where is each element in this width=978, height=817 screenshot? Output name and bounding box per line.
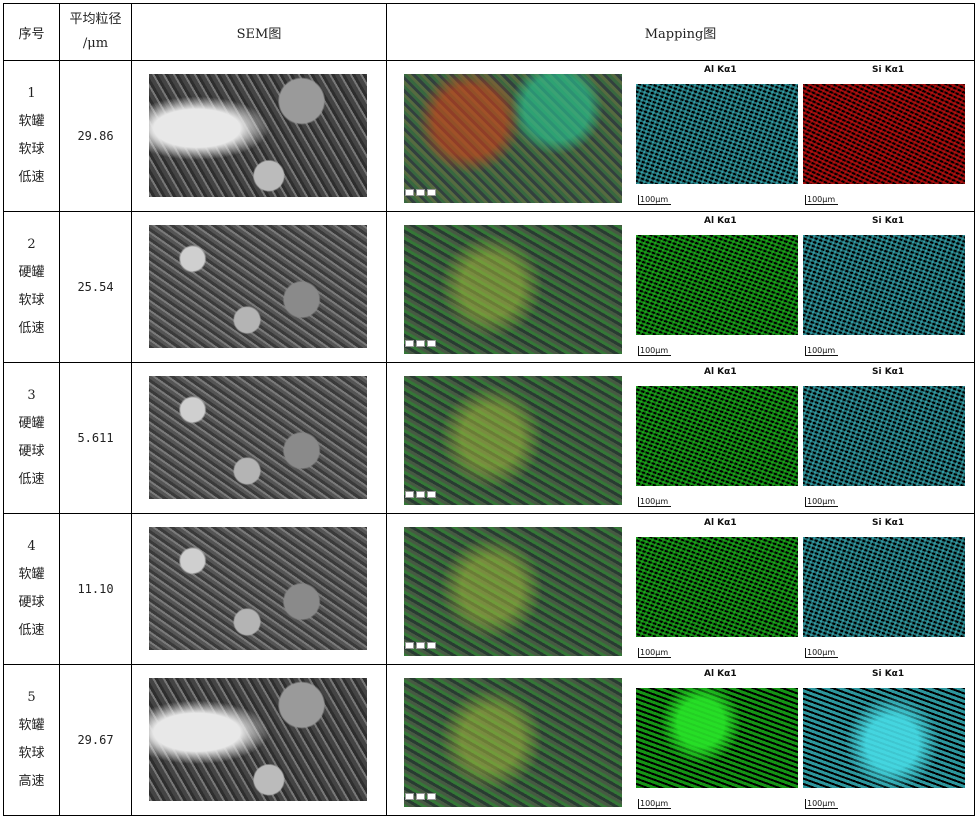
row-speed: 低速 — [18, 321, 45, 336]
al-map-image — [636, 688, 798, 788]
al-map-image — [636, 84, 798, 184]
row-seq-cell: 4 软罐 硬球 低速 — [3, 513, 60, 665]
row-ball: 软球 — [18, 746, 45, 761]
row-size: 5.611 — [59, 362, 132, 514]
header-sem: SEM图 — [131, 3, 387, 61]
row-num: 2 — [27, 237, 36, 252]
mapping-cell: Al Kα1 100μm Si Kα1 100μm — [386, 362, 975, 514]
row-num: 4 — [27, 539, 36, 554]
al-scale-bar: 100μm — [638, 346, 672, 356]
row-seq-cell: 1 软罐 软球 低速 — [3, 60, 60, 212]
si-map-image — [803, 688, 965, 788]
sem-cell — [131, 513, 387, 665]
sem-image — [149, 671, 367, 807]
row-seq-cell: 5 软罐 软球 高速 — [3, 664, 60, 816]
al-map-label: Al Kα1 — [704, 65, 737, 75]
si-map-label: Si Kα1 — [872, 216, 905, 226]
mapping-cell: Al Kα1 100μm Si Kα1 100μm — [386, 664, 975, 816]
row-jar: 软罐 — [18, 567, 45, 582]
eds-layered-image — [404, 520, 622, 656]
row-speed: 低速 — [18, 623, 45, 638]
al-map-label: Al Kα1 — [704, 518, 737, 528]
row-speed: 低速 — [18, 472, 45, 487]
header-size: 平均粒径 /μm — [59, 3, 132, 61]
sem-cell — [131, 60, 387, 212]
si-map-label: Si Kα1 — [872, 518, 905, 528]
mapping-cell: Al Kα1 100μm Si Kα1 100μm — [386, 513, 975, 665]
row-jar: 硬罐 — [18, 265, 45, 280]
row-seq-cell: 3 硬罐 硬球 低速 — [3, 362, 60, 514]
sem-image — [149, 520, 367, 656]
table-row: 1 软罐 软球 低速 29.86 Al Kα1 100μm Si Kα1 100… — [3, 60, 975, 212]
table-row: 3 硬罐 硬球 低速 5.611 Al Kα1 100μm Si Kα1 100… — [3, 362, 975, 514]
row-ball: 硬球 — [18, 444, 45, 459]
al-map-label: Al Kα1 — [704, 367, 737, 377]
mapping-cell: Al Kα1 100μm Si Kα1 100μm — [386, 211, 975, 363]
al-map-image — [636, 235, 798, 335]
sem-cell — [131, 362, 387, 514]
al-scale-bar: 100μm — [638, 497, 672, 507]
sem-image — [149, 67, 367, 203]
eds-layered-image — [404, 369, 622, 505]
si-scale-bar: 100μm — [805, 799, 839, 809]
si-scale-bar: 100μm — [805, 346, 839, 356]
table-row: 4 软罐 硬球 低速 11.10 Al Kα1 100μm Si Kα1 100… — [3, 513, 975, 665]
eds-layered-image — [404, 671, 622, 807]
si-scale-bar: 100μm — [805, 648, 839, 658]
row-speed: 低速 — [18, 170, 45, 185]
si-map-image — [803, 537, 965, 637]
row-jar: 软罐 — [18, 718, 45, 733]
row-seq-cell: 2 硬罐 软球 低速 — [3, 211, 60, 363]
al-scale-bar: 100μm — [638, 195, 672, 205]
sem-image — [149, 369, 367, 505]
al-map-label: Al Kα1 — [704, 669, 737, 679]
si-map-label: Si Kα1 — [872, 367, 905, 377]
si-map-label: Si Kα1 — [872, 65, 905, 75]
si-scale-bar: 100μm — [805, 195, 839, 205]
header-size-line2: /μm — [82, 36, 109, 51]
row-jar: 软罐 — [18, 114, 45, 129]
al-scale-bar: 100μm — [638, 799, 672, 809]
header-size-line1: 平均粒径 — [69, 12, 122, 27]
al-map-label: Al Kα1 — [704, 216, 737, 226]
row-num: 3 — [27, 388, 36, 403]
si-map-label: Si Kα1 — [872, 669, 905, 679]
si-map-image — [803, 84, 965, 184]
row-jar: 硬罐 — [18, 416, 45, 431]
table-row: 2 硬罐 软球 低速 25.54 Al Kα1 100μm Si Kα1 100… — [3, 211, 975, 363]
al-map-image — [636, 537, 798, 637]
row-ball: 软球 — [18, 293, 45, 308]
header-seq: 序号 — [3, 3, 60, 61]
sem-cell — [131, 211, 387, 363]
row-num: 1 — [27, 86, 36, 101]
header-row: 序号 平均粒径 /μm SEM图 Mapping图 — [3, 3, 975, 61]
sem-image — [149, 218, 367, 354]
row-size: 29.86 — [59, 60, 132, 212]
eds-layered-image — [404, 67, 622, 203]
si-scale-bar: 100μm — [805, 497, 839, 507]
si-map-image — [803, 386, 965, 486]
row-num: 5 — [27, 690, 36, 705]
row-size: 25.54 — [59, 211, 132, 363]
sem-cell — [131, 664, 387, 816]
row-speed: 高速 — [18, 774, 45, 789]
row-size: 11.10 — [59, 513, 132, 665]
table-row: 5 软罐 软球 高速 29.67 Al Kα1 100μm Si Kα1 100… — [3, 664, 975, 816]
mapping-cell: Al Kα1 100μm Si Kα1 100μm — [386, 60, 975, 212]
row-ball: 硬球 — [18, 595, 45, 610]
al-scale-bar: 100μm — [638, 648, 672, 658]
row-ball: 软球 — [18, 142, 45, 157]
results-table: 序号 平均粒径 /μm SEM图 Mapping图 1 软罐 软球 低速 29.… — [3, 3, 975, 816]
header-mapping: Mapping图 — [386, 3, 975, 61]
al-map-image — [636, 386, 798, 486]
row-size: 29.67 — [59, 664, 132, 816]
eds-layered-image — [404, 218, 622, 354]
si-map-image — [803, 235, 965, 335]
